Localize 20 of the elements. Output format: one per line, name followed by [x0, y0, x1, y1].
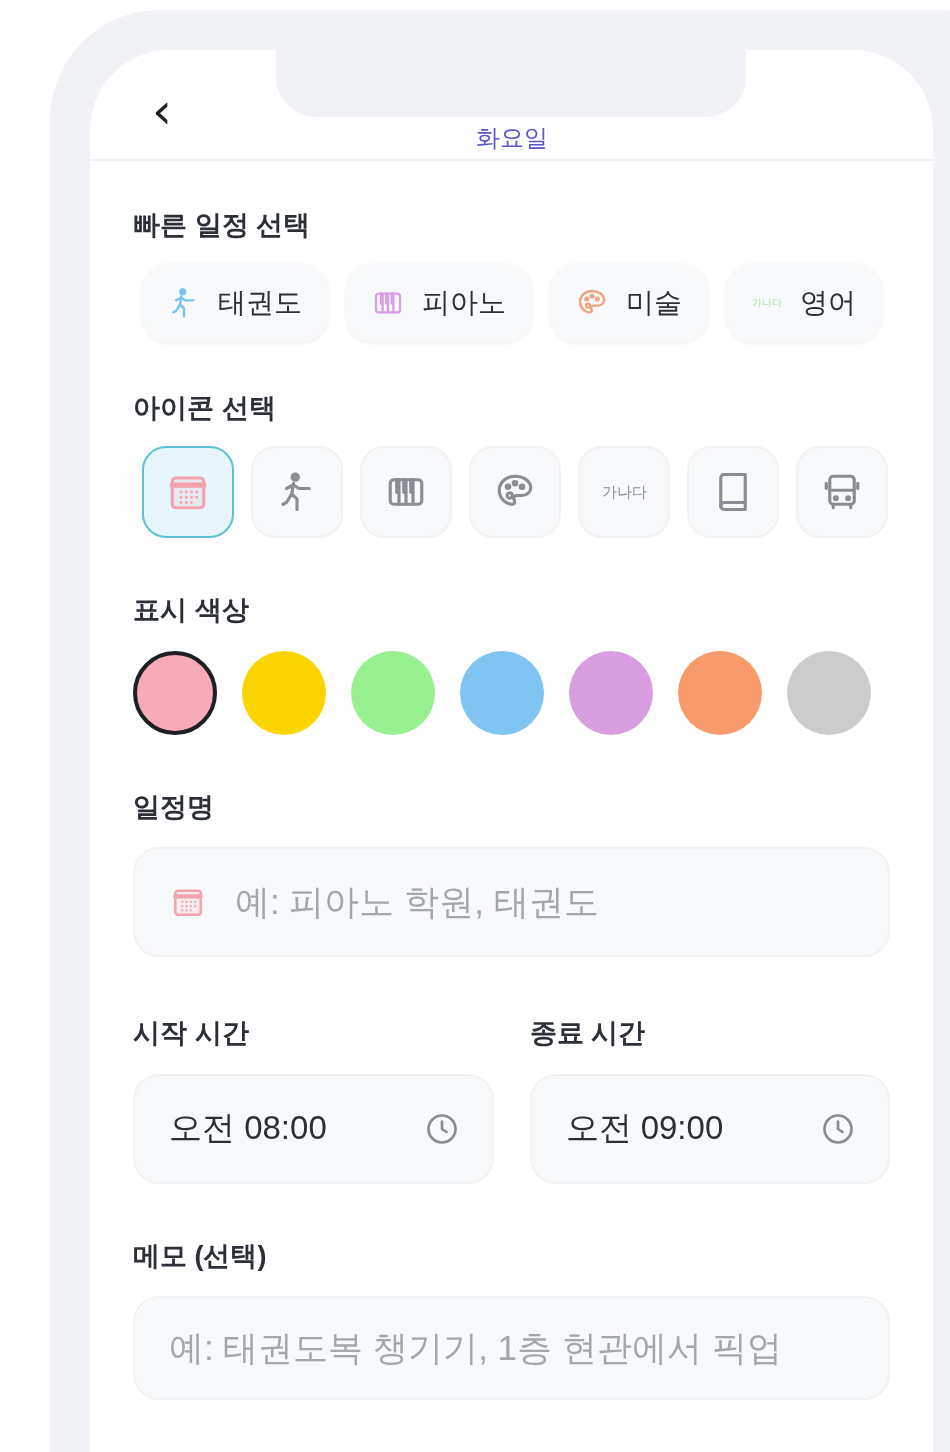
- section-label: 메모 (선택): [133, 1239, 268, 1273]
- screen-title: 화요일: [474, 123, 549, 153]
- start-time-field[interactable]: 오전 08:00: [133, 1073, 494, 1184]
- section-label: 아이콘 선택: [133, 391, 277, 425]
- quick-schedule-chip[interactable]: 피아노: [346, 263, 532, 342]
- quick-schedule-chip[interactable]: 미술: [550, 263, 708, 342]
- letters-icon: 가나다: [752, 295, 782, 310]
- section-label: 표시 색상: [133, 594, 250, 627]
- back-button[interactable]: ‹: [152, 86, 172, 136]
- quick-schedule-chip[interactable]: 가나다 영어: [726, 263, 882, 342]
- end-time-field[interactable]: 오전 09:00: [529, 1073, 890, 1184]
- letters-icon: 가나다: [601, 480, 647, 504]
- section-label: 종료 시간: [529, 1017, 646, 1050]
- section-label: 일정명: [133, 790, 215, 824]
- schedule-name-field[interactable]: 예: 피아노 학원, 태권도: [133, 847, 890, 957]
- quick-schedule-chip[interactable]: 태권도: [142, 263, 328, 342]
- memo-field[interactable]: 예: 태권도복 챙기기, 1층 현관에서 픽업: [133, 1296, 890, 1400]
- icon-option[interactable]: [142, 446, 234, 538]
- section-label: 시작 시간: [133, 1017, 250, 1050]
- section-label: 빠른 일정 선택: [133, 209, 311, 242]
